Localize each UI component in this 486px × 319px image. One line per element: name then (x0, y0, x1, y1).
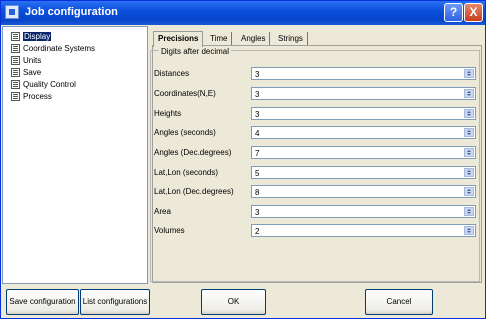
heights-spinbox[interactable]: 3 (251, 107, 476, 120)
spin-arrows-icon[interactable] (464, 128, 474, 137)
coordinates-spinbox[interactable]: 3 (251, 87, 476, 100)
save-configuration-button[interactable]: Save configuration (6, 289, 79, 315)
latlon-seconds-spinbox[interactable]: 5 (251, 166, 476, 179)
area-spinbox[interactable]: 3 (251, 205, 476, 218)
field-value: 2 (255, 227, 260, 236)
window-title: Job configuration (25, 6, 118, 18)
angles-dec-degrees-label: Angles (Dec.degrees) (154, 148, 232, 157)
latlon-seconds-label: Lat,Lon (seconds) (154, 168, 219, 177)
list-icon (11, 68, 20, 77)
distances-spinbox[interactable]: 3 (251, 67, 476, 80)
list-icon (11, 44, 20, 53)
angles-seconds-spinbox[interactable]: 4 (251, 126, 476, 139)
spin-arrows-icon[interactable] (464, 207, 474, 216)
tree-item-label: Quality Control (23, 80, 76, 89)
spin-arrows-icon[interactable] (464, 187, 474, 196)
heights-label: Heights (154, 109, 182, 118)
groupbox-legend: Digits after decimal (159, 47, 232, 56)
tree-item-label: Process (23, 92, 52, 101)
list-configurations-button[interactable]: List configurations (80, 289, 150, 315)
field-value: 5 (255, 169, 260, 178)
angles-seconds-label: Angles (seconds) (154, 128, 216, 137)
tree-item-label: Save (23, 68, 42, 77)
spin-arrows-icon[interactable] (464, 226, 474, 235)
field-value: 4 (255, 129, 260, 138)
tree-item-quality-control[interactable]: Quality Control (11, 79, 76, 90)
list-icon (11, 80, 20, 89)
app-icon (5, 5, 19, 19)
latlon-dec-degrees-label: Lat,Lon (Dec.degrees) (154, 187, 234, 196)
field-value: 3 (255, 90, 260, 99)
distances-label: Distances (154, 69, 190, 78)
spin-arrows-icon[interactable] (464, 109, 474, 118)
spin-arrows-icon[interactable] (464, 89, 474, 98)
volumes-label: Volumes (154, 226, 185, 235)
tab-strings[interactable]: Strings (274, 32, 308, 45)
cancel-button[interactable]: Cancel (365, 289, 433, 315)
tab-angles[interactable]: Angles (237, 32, 271, 45)
field-value: 8 (255, 188, 260, 197)
help-button[interactable]: ? (444, 3, 463, 22)
ok-button[interactable]: OK (201, 289, 266, 315)
tree-item-display[interactable]: Display (11, 31, 52, 42)
list-icon (11, 56, 20, 65)
list-icon (11, 92, 20, 101)
field-value: 3 (255, 208, 260, 217)
tree-item-label: Display (23, 32, 52, 41)
tree-item-label: Coordinate Systems (23, 44, 96, 53)
tab-time[interactable]: Time (206, 32, 233, 45)
close-button[interactable]: X (464, 3, 483, 22)
angles-dec-degrees-spinbox[interactable]: 7 (251, 146, 476, 159)
tree-item-label: Units (23, 56, 42, 65)
field-value: 3 (255, 110, 260, 119)
tab-precisions[interactable]: Precisions (153, 31, 204, 47)
spin-arrows-icon[interactable] (464, 148, 474, 157)
latlon-dec-degrees-spinbox[interactable]: 8 (251, 185, 476, 198)
title-bar[interactable]: Job configuration ? X (1, 1, 485, 25)
tree-item-coordinate-systems[interactable]: Coordinate Systems (11, 43, 96, 54)
spin-arrows-icon[interactable] (464, 168, 474, 177)
list-icon (11, 32, 20, 41)
coordinates-label: Coordinates(N,E) (154, 89, 216, 98)
tree-item-save[interactable]: Save (11, 67, 42, 78)
tree-item-process[interactable]: Process (11, 91, 52, 102)
area-label: Area (154, 207, 171, 216)
volumes-spinbox[interactable]: 2 (251, 224, 476, 237)
spin-arrows-icon[interactable] (464, 69, 474, 78)
field-value: 3 (255, 70, 260, 79)
tree-item-units[interactable]: Units (11, 55, 42, 66)
category-tree: Display Coordinate Systems Units Save Qu… (2, 26, 148, 284)
field-value: 7 (255, 149, 260, 158)
